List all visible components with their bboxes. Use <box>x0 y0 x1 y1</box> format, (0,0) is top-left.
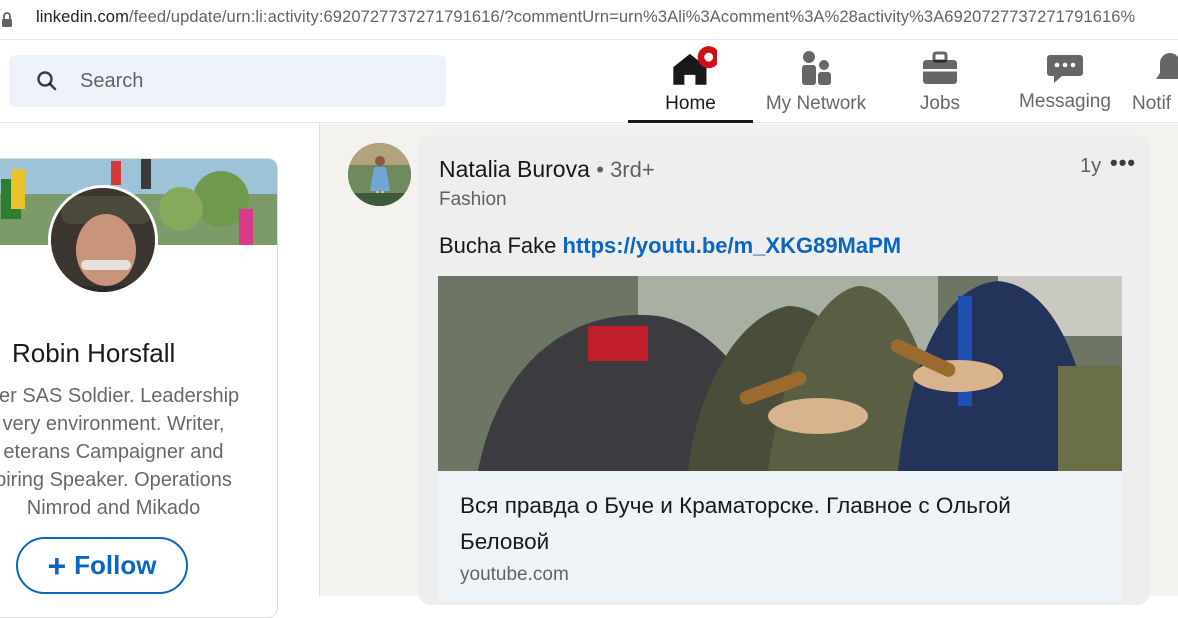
video-thumbnail-graphic <box>438 276 1122 471</box>
search-input[interactable]: Search <box>9 55 446 107</box>
profile-headline-line: eterans Campaigner and <box>3 441 224 463</box>
profile-name[interactable]: Robin Horsfall <box>12 338 175 369</box>
link-preview-title[interactable]: Вся правда о Буче и Краматорске. Главное… <box>460 488 1100 560</box>
url-host: linkedin.com <box>36 8 129 26</box>
nav-jobs-label: Jobs <box>919 93 961 114</box>
profile-avatar[interactable] <box>48 185 158 295</box>
post-author-avatar-graphic <box>348 143 411 206</box>
url-text[interactable]: linkedin.com/feed/update/urn:li:activity… <box>36 8 1135 27</box>
more-options-icon[interactable]: ••• <box>1110 150 1136 176</box>
nav-jobs[interactable]: Jobs <box>880 41 1000 123</box>
message-icon <box>1047 55 1083 83</box>
link-preview-image[interactable] <box>438 276 1122 471</box>
post-author[interactable]: Natalia Burova • 3rd+ <box>439 156 655 183</box>
post-author-headline: Fashion <box>439 189 507 210</box>
follow-button[interactable]: + Follow <box>16 537 188 594</box>
follow-button-label: Follow <box>74 550 157 580</box>
nav-notifications[interactable]: Notif <box>1128 41 1178 123</box>
nav-my-network-label: My Network <box>765 93 867 114</box>
briefcase-icon <box>923 51 957 84</box>
search-icon <box>37 71 57 91</box>
url-path: /feed/update/urn:li:activity:69207277372… <box>128 8 1136 26</box>
nav-home-active-indicator <box>628 120 753 123</box>
top-navigation: Search Home My Network Jobs Messaging No… <box>0 41 1178 123</box>
post-link[interactable]: https://youtu.be/m_XKG89MaPM <box>563 233 902 258</box>
post-timestamp: 1y <box>1080 155 1102 177</box>
nav-messaging-label: Messaging <box>1019 91 1111 112</box>
post-text: Bucha Fake https://youtu.be/m_XKG89MaPM <box>439 233 901 259</box>
profile-headline-line: Nimrod and Mikado <box>26 497 201 519</box>
people-icon <box>802 51 831 85</box>
profile-headline: ner SAS Soldier. Leadership very environ… <box>0 382 251 522</box>
profile-headline-line: very environment. Writer, <box>2 413 225 435</box>
link-preview-source: youtube.com <box>460 564 569 585</box>
post-author-avatar[interactable] <box>348 143 411 206</box>
nav-my-network[interactable]: My Network <box>754 41 878 123</box>
connection-degree: • 3rd+ <box>596 157 655 182</box>
home-icon <box>672 46 717 85</box>
post-text-body: Bucha Fake <box>439 233 563 258</box>
nav-home[interactable]: Home <box>628 41 753 123</box>
browser-address-bar[interactable]: linkedin.com/feed/update/urn:li:activity… <box>0 0 1178 40</box>
plus-icon: + <box>47 547 67 584</box>
nav-home-label: Home <box>665 93 716 114</box>
search-placeholder: Search <box>80 70 144 92</box>
profile-headline-line: piring Speaker. Operations <box>0 469 232 491</box>
nav-messaging[interactable]: Messaging <box>1005 41 1125 123</box>
post-author-name[interactable]: Natalia Burova <box>439 156 590 182</box>
profile-headline-line: ner SAS Soldier. Leadership <box>0 385 240 407</box>
nav-notifications-label: Notif <box>1132 93 1172 114</box>
bell-icon <box>1156 53 1178 79</box>
site-info-icon[interactable] <box>0 10 14 30</box>
